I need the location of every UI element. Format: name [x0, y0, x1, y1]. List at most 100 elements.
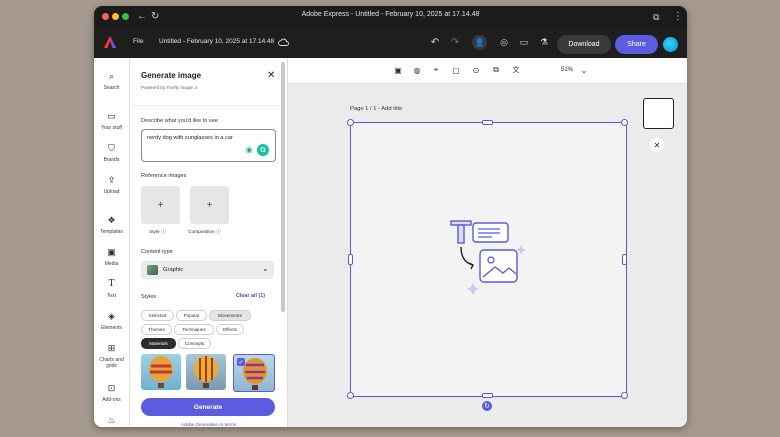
media-icon: ▣	[107, 247, 116, 257]
chip-materials[interactable]: Materials	[141, 338, 176, 349]
redo-icon[interactable]: ↷	[448, 35, 462, 49]
chip-movements[interactable]: Movements	[209, 310, 251, 321]
generate-image-panel: Generate image Powered by Firefly Image …	[130, 58, 288, 427]
undo-icon[interactable]: ↶	[428, 35, 442, 49]
avatar[interactable]	[663, 37, 678, 52]
image-tool-icon[interactable]: ▣	[392, 64, 404, 76]
reference-images-label: Reference images	[141, 173, 187, 179]
elements-icon: ◈	[108, 311, 115, 321]
comment-icon[interactable]: ▭	[517, 35, 531, 49]
chip-effects[interactable]: Effects	[216, 324, 244, 335]
charts-icon: ⊞	[107, 343, 116, 353]
rail-item-templates[interactable]: ❖ Templates	[94, 215, 129, 235]
style-label: Style ⓘ	[149, 230, 166, 235]
styles-label: Styles	[141, 294, 157, 300]
info-icon: ⓘ	[161, 230, 166, 235]
cloud-icon	[276, 35, 290, 49]
canvas-area: Page 1 / 1 - Add title ↻ ✕	[288, 84, 687, 427]
palette-icon[interactable]: ◍	[411, 64, 423, 76]
panel-scrollbar[interactable]	[281, 62, 285, 312]
rail-item-media[interactable]: ▣ Media	[94, 247, 129, 267]
text-icon: T	[108, 279, 115, 289]
more-menu-icon[interactable]: ⋮	[673, 10, 683, 24]
content-type-value: Graphic	[163, 267, 184, 273]
style-thumbnail-balloon-2[interactable]	[186, 354, 226, 390]
info-icon: ⓘ	[216, 230, 221, 235]
browser-titlebar: ← ↻ Adobe Express - Untitled - February …	[94, 6, 687, 28]
upload-icon: ⇪	[107, 175, 116, 185]
person-add-icon[interactable]: 👤	[472, 35, 487, 50]
style-reference-button[interactable]: +	[141, 186, 180, 224]
chip-themes[interactable]: Themes	[141, 324, 172, 335]
chevron-down-icon: ⌄	[262, 264, 269, 273]
rail-item-upload[interactable]: ⇪ Upload	[94, 175, 129, 195]
resize-handle-bottom-right[interactable]	[621, 392, 628, 399]
artboard[interactable]	[350, 122, 627, 397]
prompt-label: Describe what you'd like to see	[141, 118, 218, 124]
shape-tool-icon[interactable]: ⌖	[430, 64, 442, 76]
rail-item-add-ons[interactable]: ⊡ Add-ons	[94, 383, 129, 403]
resize-handle-bottom[interactable]	[482, 393, 493, 398]
prompt-input[interactable]: nerdy dog with sunglasses in a car ◉ G	[141, 129, 276, 162]
composition-reference-button[interactable]: +	[190, 186, 229, 224]
rail-item-more[interactable]: ♨	[94, 415, 129, 426]
frame-icon[interactable]: ⊙	[470, 64, 482, 76]
translate-icon[interactable]: 文	[510, 64, 522, 76]
search-icon: ⌕	[108, 71, 115, 81]
app-header: File Untitled - February 10, 2025 at 17.…	[94, 28, 687, 58]
panel-title: Generate image	[141, 71, 202, 80]
lightbulb-icon[interactable]: ◎	[497, 35, 511, 49]
generate-button[interactable]: Generate	[141, 398, 275, 416]
prompt-value: nerdy dog with sunglasses in a car	[147, 135, 233, 141]
extension-icon[interactable]: ⧉	[653, 10, 659, 24]
composition-label: Composition ⓘ	[188, 230, 221, 235]
lightbulb-icon[interactable]: ◉	[244, 145, 254, 155]
chip-selected[interactable]: Selected	[141, 310, 174, 321]
generative-ai-terms-link[interactable]: Adobe Generative AI terms	[130, 422, 287, 427]
plus-icon: +	[157, 199, 164, 211]
close-icon[interactable]: ✕	[267, 70, 275, 81]
resize-handle-top-left[interactable]	[347, 119, 354, 126]
resize-handle-right[interactable]	[622, 254, 627, 265]
folder-icon: ▭	[107, 111, 116, 121]
rail-item-charts-and-grids[interactable]: ⊞ Charts and grids	[94, 343, 129, 369]
content-type-select[interactable]: Graphic ⌄	[141, 261, 274, 279]
layers-icon[interactable]: ⧉	[490, 64, 502, 76]
chip-concepts[interactable]: Concepts	[178, 338, 211, 349]
resize-handle-top[interactable]	[482, 120, 493, 125]
document-title[interactable]: Untitled - February 10, 2025 at 17.14.48	[159, 38, 274, 45]
app-window: ← ↻ Adobe Express - Untitled - February …	[94, 6, 687, 427]
rail-item-your-stuff[interactable]: ▭ Your stuff	[94, 111, 129, 131]
close-icon[interactable]: ✕	[650, 138, 664, 152]
panel-subtitle: Powered by Firefly Image 3	[141, 85, 197, 90]
chevron-down-icon[interactable]: ⌄	[578, 64, 590, 76]
rail-item-search[interactable]: ⌕ Search	[94, 71, 129, 91]
chip-techniques[interactable]: Techniques	[174, 324, 214, 335]
rail-item-text[interactable]: T Text	[94, 279, 129, 299]
adobe-express-logo[interactable]	[103, 35, 117, 49]
templates-icon: ❖	[107, 215, 116, 225]
grammarly-icon[interactable]: G	[257, 144, 269, 156]
zoom-level[interactable]: 51%	[561, 67, 573, 73]
download-button[interactable]: Download	[557, 35, 611, 54]
resize-handle-left[interactable]	[348, 254, 353, 265]
chip-popular[interactable]: Popular	[176, 310, 207, 321]
content-type-label: Content type	[141, 249, 173, 255]
rail-item-elements[interactable]: ◈ Elements	[94, 311, 129, 331]
flask-icon[interactable]: ⚗	[537, 35, 551, 49]
resize-handle-top-right[interactable]	[621, 119, 628, 126]
share-button[interactable]: Share	[615, 35, 658, 54]
rail-item-brands[interactable]: ⛉ Brands	[94, 143, 129, 163]
file-menu[interactable]: File	[133, 38, 143, 45]
addons-icon: ⊡	[107, 383, 116, 393]
style-thumbnail-balloon-3-selected[interactable]: ✓	[233, 354, 275, 392]
canvas-toolbar: ▣ ◍ ⌖ ▢ ⊙ ⧉ 文 51% ⌄ ⧠ ⇲ 🗑 ⊕	[288, 58, 687, 84]
brand-icon: ⛉	[108, 143, 115, 153]
page-thumbnail[interactable]	[643, 98, 674, 129]
rectangle-icon[interactable]: ▢	[450, 64, 462, 76]
rotate-handle-icon[interactable]: ↻	[482, 401, 492, 411]
resize-handle-bottom-left[interactable]	[347, 392, 354, 399]
clear-all-link[interactable]: Clear all (1)	[236, 293, 265, 299]
page-title[interactable]: Page 1 / 1 - Add title	[350, 106, 402, 112]
style-thumbnail-balloon-1[interactable]	[141, 354, 181, 390]
